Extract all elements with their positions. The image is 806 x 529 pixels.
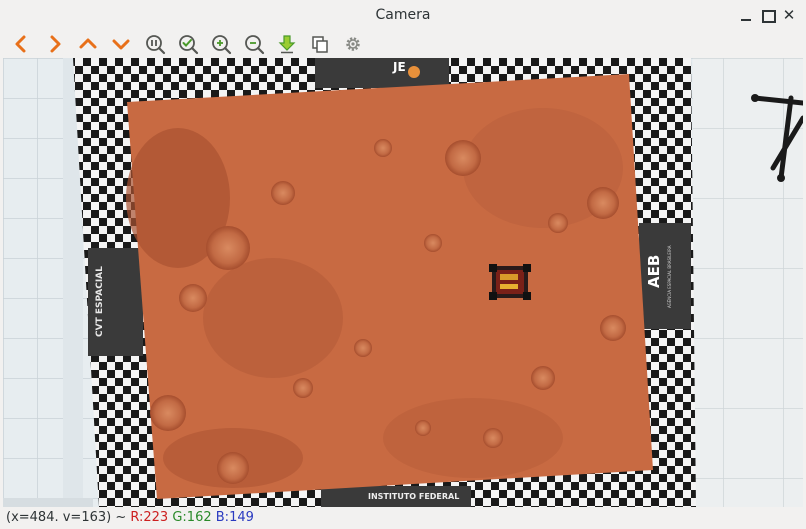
close-button[interactable]: ✕	[781, 7, 797, 23]
chevron-up-icon	[79, 38, 97, 49]
down-button[interactable]	[110, 33, 132, 55]
camera-view[interactable]: CVT ESPACIAL AEB AGÊNCIA ESPACIAL BRASIL…	[3, 58, 803, 507]
save-button[interactable]	[276, 33, 298, 55]
copy-button[interactable]	[309, 33, 331, 55]
top-banner-label: JE	[393, 60, 406, 74]
pixel-blue-value: B:149	[215, 510, 254, 525]
zoom-out-icon	[245, 35, 265, 55]
pixel-red-value: R:223	[130, 510, 169, 525]
chevron-right-icon	[50, 35, 61, 53]
download-arrow-icon	[278, 35, 296, 54]
pause-zoom-icon	[146, 35, 166, 55]
zoom-out-button[interactable]	[243, 33, 265, 55]
zoom-in-button[interactable]	[210, 33, 232, 55]
next-button[interactable]	[44, 33, 66, 55]
pixel-green-value: G:162	[172, 510, 212, 525]
rover	[489, 264, 531, 300]
zoom-in-icon	[212, 35, 232, 55]
status-bar: (x=484. v=163) ~ R:223 G:162 B:149	[0, 507, 806, 529]
title-bar[interactable]: Camera ✕	[0, 0, 806, 30]
up-button[interactable]	[77, 33, 99, 55]
gear-icon	[346, 37, 360, 51]
pause-button[interactable]	[144, 33, 166, 55]
previous-button[interactable]	[10, 33, 32, 55]
copy-icon	[312, 36, 328, 53]
right-banner-sublabel: AGÊNCIA ESPACIAL BRASILEIRA	[667, 245, 672, 309]
window-title: Camera	[375, 7, 431, 23]
confirm-button[interactable]	[177, 33, 199, 55]
settings-button[interactable]	[342, 33, 364, 55]
maximize-button[interactable]	[760, 7, 776, 23]
check-zoom-icon	[179, 35, 199, 55]
toolbar	[0, 30, 806, 58]
chevron-left-icon	[15, 35, 26, 53]
bottom-banner-label: INSTITUTO FEDERAL	[368, 492, 460, 501]
minimize-button[interactable]	[738, 7, 754, 23]
chevron-down-icon	[112, 39, 130, 50]
cursor-coordinates: (x=484. v=163) ~	[6, 510, 127, 525]
camera-window: Camera ✕ CVT ESPACIAL AEB AGÊNCIA ESPACI…	[0, 0, 806, 529]
left-banner-label: CVT ESPACIAL	[95, 266, 105, 338]
